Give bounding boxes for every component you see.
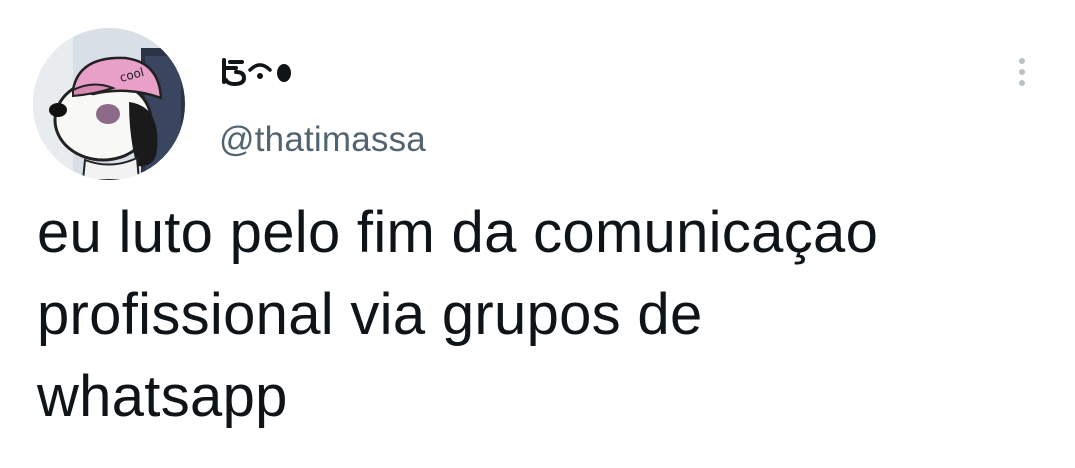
more-vertical-icon bbox=[1019, 58, 1025, 64]
user-handle[interactable]: @thatimassa bbox=[219, 118, 426, 162]
avatar[interactable]: cool bbox=[33, 28, 185, 180]
hourglass-like-glyph-icon bbox=[222, 58, 246, 86]
display-name[interactable] bbox=[220, 48, 300, 94]
tweet-text: eu luto pelo fim da comunicaçao profissi… bbox=[37, 200, 879, 429]
more-vertical-icon-dot-3 bbox=[1019, 80, 1025, 86]
eye-dot-icon bbox=[248, 63, 272, 79]
more-vertical-icon-dot-2 bbox=[1019, 69, 1025, 75]
black-ellipse-icon bbox=[277, 64, 291, 82]
tweet-card: cool @thatimassa eu luto pelo fim da com… bbox=[0, 0, 1075, 468]
snoopy-avatar-icon: cool bbox=[33, 28, 185, 180]
more-options-button[interactable] bbox=[1009, 48, 1035, 96]
